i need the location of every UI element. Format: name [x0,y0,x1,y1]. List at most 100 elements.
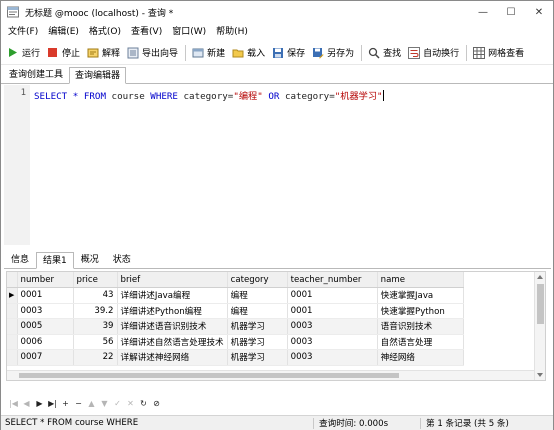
sql-identifier: category [284,91,330,102]
apply-changes-icon[interactable]: ✓ [112,397,123,409]
menu-view[interactable]: 查看(V) [126,23,167,41]
cell-number[interactable]: 0006 [17,334,74,350]
cell-teacher-number[interactable]: 0001 [287,287,378,304]
cell-number[interactable]: 0001 [17,287,74,304]
menu-format[interactable]: 格式(O) [84,23,126,41]
row-selector[interactable] [7,349,18,366]
stop-button[interactable]: 停止 [44,43,84,63]
column-header-category[interactable]: category [227,272,288,288]
cell-category[interactable]: 编程 [227,287,288,304]
explain-button[interactable]: 解释 [84,43,124,63]
run-button[interactable]: 运行 [4,43,44,63]
discard-changes-icon[interactable]: ✕ [125,397,136,409]
last-record-icon[interactable]: ▶| [47,397,58,409]
export-icon [126,46,139,59]
horizontal-scroll-thumb[interactable] [19,373,399,378]
row-selector[interactable] [7,334,18,350]
column-header-brief[interactable]: brief [117,272,228,288]
save-as-button[interactable]: 另存为 [309,43,358,63]
cell-name[interactable]: 语音识别技术 [377,318,464,335]
cell-teacher-number[interactable]: 0001 [287,303,378,319]
sql-editor[interactable]: 1 SELECT * FROM course WHERE category="编… [4,85,551,245]
close-button[interactable]: ✕ [525,1,553,23]
menu-file[interactable]: 文件(F) [3,23,43,41]
scroll-up-arrow-icon[interactable] [537,275,543,279]
refresh-icon[interactable]: ↻ [138,397,149,409]
grid-view-label: 网格查看 [488,49,525,59]
cell-name[interactable]: 自然语言处理 [377,334,464,350]
row-selector[interactable] [7,303,18,319]
minimize-button[interactable]: — [469,1,497,23]
cell-brief[interactable]: 详细讲述语音识别技术 [117,318,228,335]
table-row[interactable]: 0006 56 详细讲述自然语言处理技术 机器学习 0003 自然语言处理 [7,334,464,350]
stop-icon [46,46,59,59]
word-wrap-button[interactable]: 自动换行 [405,43,463,63]
stop-label: 停止 [62,49,81,59]
new-button[interactable]: 新建 [189,43,229,63]
cell-brief[interactable]: 详解讲述神经网络 [117,349,228,366]
scroll-down-arrow-icon[interactable] [537,373,543,377]
cell-price[interactable]: 22 [73,349,118,366]
table-row[interactable]: 0005 39 详细讲述语音识别技术 机器学习 0003 语音识别技术 [7,318,464,335]
next-record-icon[interactable]: ▶ [34,397,45,409]
menu-help[interactable]: 帮助(H) [211,23,253,41]
table-row[interactable]: 0007 22 详解讲述神经网络 机器学习 0003 神经网络 [7,349,464,366]
maximize-button[interactable]: ☐ [497,1,525,23]
cell-category[interactable]: 机器学习 [227,334,288,350]
menu-window[interactable]: 窗口(W) [167,23,211,41]
cell-price[interactable]: 56 [73,334,118,350]
tab-query-builder[interactable]: 查询创建工具 [3,66,69,83]
grid-view-button[interactable]: 网格查看 [470,43,528,63]
column-header-teacher-number[interactable]: teacher_number [287,272,378,288]
column-header-number[interactable]: number [17,272,74,288]
cell-category[interactable]: 机器学习 [227,318,288,335]
cell-brief[interactable]: 详细讲述Java编程 [117,287,228,304]
cell-category[interactable]: 编程 [227,303,288,319]
status-bar: SELECT * FROM course WHERE 查询时间: 0.000s … [1,415,553,430]
cell-number[interactable]: 0003 [17,303,74,319]
cell-name[interactable]: 神经网络 [377,349,464,366]
cell-teacher-number[interactable]: 0003 [287,349,378,366]
cell-brief[interactable]: 详细讲述Python编程 [117,303,228,319]
table-row[interactable]: ▶ 0001 43 详细讲述Java编程 编程 0001 快速掌握Java [7,287,464,304]
cell-name[interactable]: 快速掌握Python [377,303,464,319]
tab-result-1[interactable]: 结果1 [36,252,74,269]
move-down-icon[interactable]: ▼ [99,397,110,409]
vertical-scrollbar[interactable] [534,272,545,380]
add-record-icon[interactable]: + [60,397,71,409]
first-record-icon[interactable]: |◀ [8,397,19,409]
cell-teacher-number[interactable]: 0003 [287,334,378,350]
result-grid[interactable]: number price brief category teacher_numb… [6,271,546,381]
row-selector-header [7,272,18,288]
save-button[interactable]: 保存 [269,43,309,63]
stop-loading-icon[interactable]: ⊘ [151,397,162,409]
cell-teacher-number[interactable]: 0003 [287,318,378,335]
delete-record-icon[interactable]: − [73,397,84,409]
horizontal-scrollbar[interactable] [7,370,534,380]
cell-brief[interactable]: 详细讲述自然语言处理技术 [117,334,228,350]
cell-number[interactable]: 0005 [17,318,74,335]
cell-price[interactable]: 43 [73,287,118,304]
column-header-name[interactable]: name [377,272,464,288]
move-up-icon[interactable]: ▲ [86,397,97,409]
cell-name[interactable]: 快速掌握Java [377,287,464,304]
tab-profile[interactable]: 概况 [74,251,106,268]
export-wizard-button[interactable]: 导出向导 [124,43,182,63]
load-button[interactable]: 载入 [229,43,269,63]
menu-edit[interactable]: 编辑(E) [43,23,84,41]
vertical-scroll-thumb[interactable] [537,284,544,324]
previous-record-icon[interactable]: ◀ [21,397,32,409]
cell-number[interactable]: 0007 [17,349,74,366]
cell-category[interactable]: 机器学习 [227,349,288,366]
load-label: 载入 [247,49,266,59]
column-header-price[interactable]: price [73,272,118,288]
cell-price[interactable]: 39 [73,318,118,335]
cell-price[interactable]: 39.2 [73,303,118,319]
table-row[interactable]: 0003 39.2 详细讲述Python编程 编程 0001 快速掌握Pytho… [7,303,464,319]
tab-query-editor[interactable]: 查询编辑器 [69,67,127,84]
tab-info[interactable]: 信息 [4,251,36,268]
toolbar: 运行 停止 解释 导出向导 新建 载入 保存 另存为 查找 自动换行 网格查看 [1,41,553,65]
find-button[interactable]: 查找 [365,43,405,63]
row-selector[interactable] [7,318,18,335]
tab-status[interactable]: 状态 [106,251,138,268]
